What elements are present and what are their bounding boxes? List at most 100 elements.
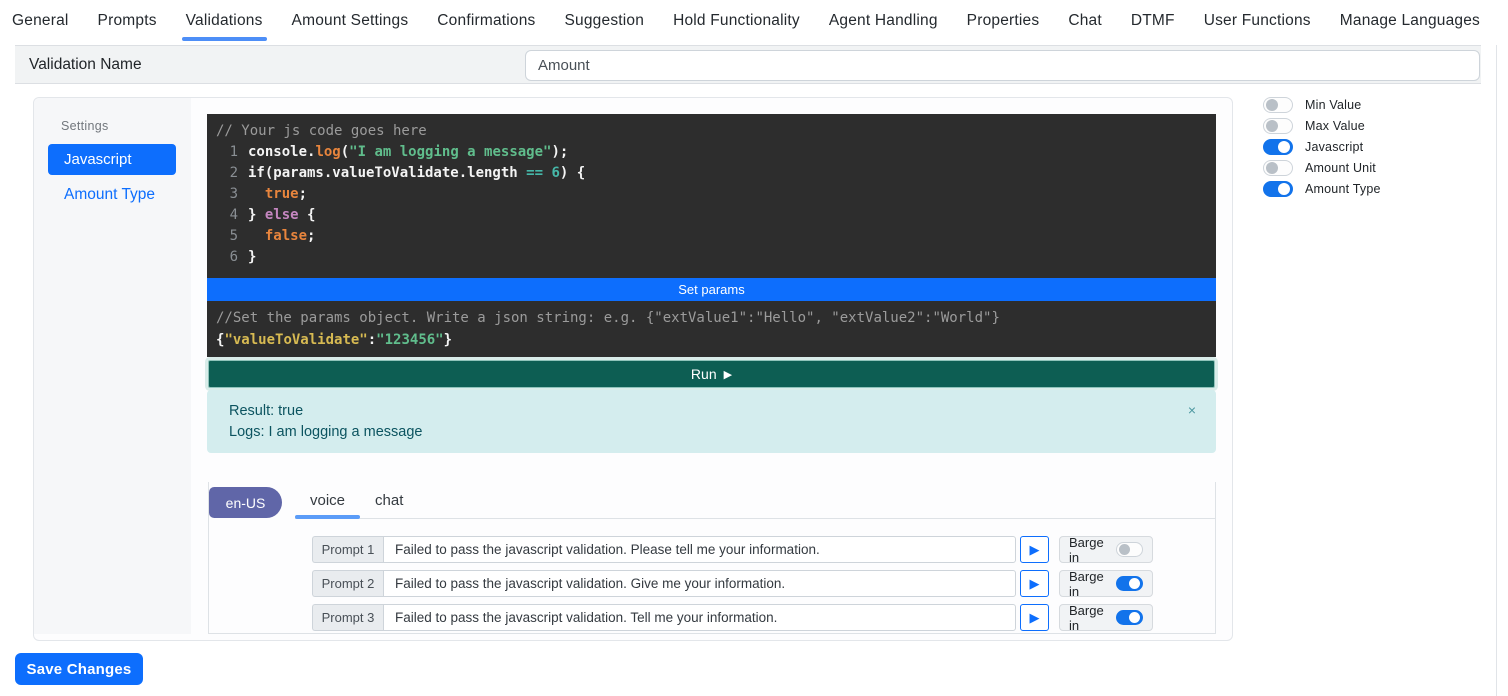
- prompt-1-input[interactable]: [383, 536, 1016, 563]
- barge-in-1-label: Barge in: [1069, 535, 1107, 565]
- prompt-row-3: Prompt 3 ▶ Barge in: [312, 604, 1153, 631]
- validation-name-row: Validation Name: [15, 45, 1481, 84]
- nav-validations[interactable]: Validations: [186, 0, 263, 41]
- settings-sidebar: Settings Javascript Amount Type: [34, 98, 191, 634]
- line-number: 4: [216, 205, 238, 226]
- barge-in-1-toggle[interactable]: [1116, 542, 1143, 557]
- nav-hold-functionality[interactable]: Hold Functionality: [673, 0, 800, 41]
- line-number: 1: [216, 142, 238, 163]
- code-token-key: "valueToValidate": [224, 332, 367, 348]
- code-line: {"valueToValidate":"123456"}: [216, 329, 1207, 351]
- play-icon[interactable]: ▶: [1020, 604, 1049, 631]
- prompt-3-input[interactable]: [383, 604, 1016, 631]
- code-token-plain: }: [248, 249, 256, 265]
- params-editor[interactable]: //Set the params object. Write a json st…: [207, 301, 1216, 357]
- code-token-plain: if(params.valueToValidate.length: [248, 165, 526, 181]
- line-number: 3: [216, 184, 238, 205]
- max-value-label: Max Value: [1305, 119, 1365, 133]
- amount-unit-label: Amount Unit: [1305, 161, 1376, 175]
- code-token-op: ==: [526, 165, 543, 181]
- prompt-2-input[interactable]: [383, 570, 1016, 597]
- code-token-plain: }: [248, 207, 265, 223]
- nav-confirmations[interactable]: Confirmations: [437, 0, 535, 41]
- params-placeholder-comment: //Set the params object. Write a json st…: [216, 307, 1207, 329]
- code-line: 6}: [216, 247, 1207, 268]
- line-number: 5: [216, 226, 238, 247]
- nav-chat[interactable]: Chat: [1068, 0, 1102, 41]
- code-token-str: "I am logging a message": [349, 144, 551, 160]
- code-token-plain: {: [299, 207, 316, 223]
- nav-user-functions[interactable]: User Functions: [1204, 0, 1311, 41]
- option-javascript: Javascript: [1263, 139, 1381, 155]
- prompt-3-label: Prompt 3: [312, 604, 383, 631]
- prompt-1-label: Prompt 1: [312, 536, 383, 563]
- nav-suggestion[interactable]: Suggestion: [565, 0, 645, 41]
- validation-name-input[interactable]: [525, 50, 1480, 81]
- javascript-label: Javascript: [1305, 140, 1363, 154]
- prompt-row-1: Prompt 1 ▶ Barge in: [312, 536, 1153, 563]
- save-changes-button[interactable]: Save Changes: [15, 653, 143, 685]
- code-token-num: 6: [551, 165, 559, 181]
- nav-prompts[interactable]: Prompts: [98, 0, 157, 41]
- top-nav: General Prompts Validations Amount Setti…: [0, 0, 1508, 41]
- prompt-row-2: Prompt 2 ▶ Barge in: [312, 570, 1153, 597]
- params-json-line: {"valueToValidate":"123456"}: [216, 329, 1207, 351]
- result-alert: Result: true Logs: I am logging a messag…: [207, 390, 1216, 453]
- play-icon[interactable]: ▶: [1020, 536, 1049, 563]
- option-amount-type: Amount Type: [1263, 181, 1381, 197]
- settings-heading: Settings: [61, 119, 109, 133]
- language-pill[interactable]: en-US: [209, 487, 282, 518]
- run-label: Run: [691, 366, 717, 382]
- code-token-plain: );: [551, 144, 568, 160]
- prompts-panel: voice chat Prompt 1 ▶ Barge in Prompt 2 …: [208, 482, 1216, 634]
- amount-type-toggle[interactable]: [1263, 181, 1293, 197]
- result-text: Result: true: [229, 401, 1194, 422]
- javascript-toggle[interactable]: [1263, 139, 1293, 155]
- tab-voice[interactable]: voice: [295, 482, 360, 518]
- max-value-toggle[interactable]: [1263, 118, 1293, 134]
- code-token-plain: console.: [248, 144, 315, 160]
- barge-in-2[interactable]: Barge in: [1059, 570, 1153, 597]
- sidebar-item-javascript[interactable]: Javascript: [48, 144, 176, 175]
- code-line: 4} else {: [216, 205, 1207, 226]
- code-token-str: "123456": [376, 332, 443, 348]
- sidebar-item-amount-type[interactable]: Amount Type: [64, 186, 155, 204]
- line-number: 2: [216, 163, 238, 184]
- option-amount-unit: Amount Unit: [1263, 160, 1381, 176]
- prompt-2-label: Prompt 2: [312, 570, 383, 597]
- barge-in-3[interactable]: Barge in: [1059, 604, 1153, 631]
- nav-amount-settings[interactable]: Amount Settings: [292, 0, 409, 41]
- play-icon[interactable]: ▶: [1020, 570, 1049, 597]
- run-button[interactable]: Run ▶: [208, 360, 1215, 388]
- nav-dtmf[interactable]: DTMF: [1131, 0, 1175, 41]
- code-line: 2if(params.valueToValidate.length == 6) …: [216, 163, 1207, 184]
- nav-general[interactable]: General: [12, 0, 69, 41]
- barge-in-3-toggle[interactable]: [1116, 610, 1143, 625]
- code-token-func: log: [315, 144, 340, 160]
- barge-in-1[interactable]: Barge in: [1059, 536, 1153, 563]
- nav-agent-handling[interactable]: Agent Handling: [829, 0, 938, 41]
- nav-manage-languages[interactable]: Manage Languages: [1340, 0, 1480, 41]
- js-code-editor[interactable]: // Your js code goes here 1 console.log("…: [207, 114, 1216, 278]
- option-max-value: Max Value: [1263, 118, 1381, 134]
- nav-properties[interactable]: Properties: [967, 0, 1040, 41]
- amount-unit-toggle[interactable]: [1263, 160, 1293, 176]
- barge-in-2-toggle[interactable]: [1116, 576, 1143, 591]
- run-play-icon: ▶: [724, 368, 732, 381]
- min-value-toggle[interactable]: [1263, 97, 1293, 113]
- option-min-value: Min Value: [1263, 97, 1381, 113]
- code-token-plain: ;: [299, 186, 307, 202]
- validation-name-label: Validation Name: [29, 46, 142, 83]
- set-params-button[interactable]: Set params: [207, 278, 1216, 301]
- line-number: 6: [216, 247, 238, 268]
- validation-type-options: Min Value Max Value Javascript Amount Un…: [1263, 97, 1381, 202]
- validation-editor-screen: General Prompts Validations Amount Setti…: [0, 0, 1508, 696]
- validation-card: Settings Javascript Amount Type // Your …: [33, 97, 1233, 641]
- code-token-plain: }: [444, 332, 452, 348]
- editor-placeholder-comment: // Your js code goes here: [216, 120, 1207, 142]
- close-icon[interactable]: ×: [1188, 400, 1196, 421]
- tab-chat[interactable]: chat: [360, 482, 418, 518]
- code-token-plain: (: [341, 144, 349, 160]
- code-token-plain: ;: [307, 228, 315, 244]
- code-token-bool: true: [265, 186, 299, 202]
